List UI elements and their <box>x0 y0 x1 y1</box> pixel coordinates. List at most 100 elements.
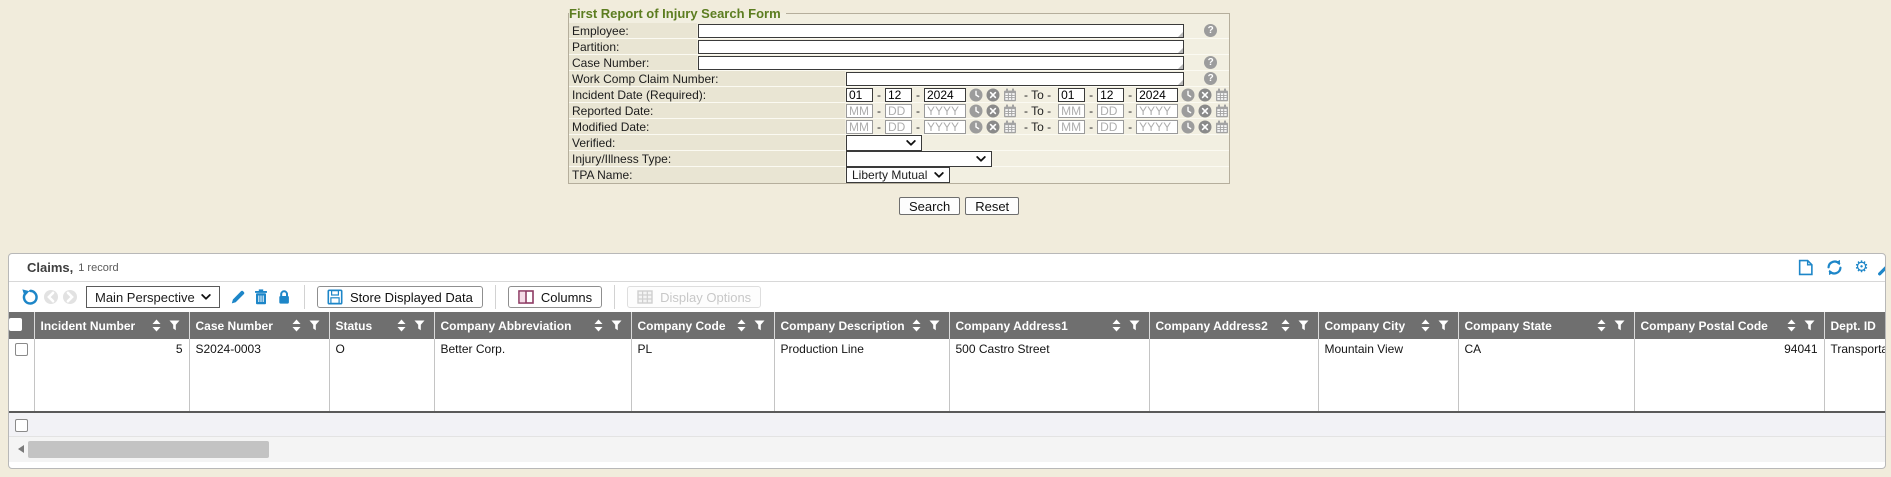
select-all-checkbox[interactable] <box>9 318 22 331</box>
incident-from-year-input[interactable] <box>924 88 966 102</box>
filter-icon[interactable] <box>414 320 425 331</box>
cell-company-address2 <box>1149 339 1318 411</box>
horizontal-scrollbar[interactable] <box>9 437 1885 462</box>
filter-icon[interactable] <box>611 320 622 331</box>
sort-icon[interactable] <box>1597 319 1606 332</box>
case-number-input[interactable] <box>698 56 1184 70</box>
incident-to-year-input[interactable] <box>1136 88 1178 102</box>
store-displayed-data-button[interactable]: Store Displayed Data <box>317 286 483 308</box>
gear-icon[interactable]: ⚙ <box>1853 259 1870 276</box>
clear-date-icon[interactable] <box>986 104 1000 118</box>
filter-icon[interactable] <box>929 320 940 331</box>
reported-from-day-input[interactable] <box>885 104 912 118</box>
filter-icon[interactable] <box>169 320 180 331</box>
claims-toolbar: Main Perspective Store Displayed Data Co… <box>9 281 1885 312</box>
reported-from-month-input[interactable] <box>846 104 873 118</box>
sort-icon[interactable] <box>594 319 603 332</box>
sort-icon[interactable] <box>1112 319 1121 332</box>
incident-from-month-input[interactable] <box>846 88 873 102</box>
scrollbar-thumb[interactable] <box>28 441 269 458</box>
calendar-icon[interactable] <box>1215 104 1229 118</box>
incident-from-day-input[interactable] <box>885 88 912 102</box>
search-button[interactable]: Search <box>899 197 960 215</box>
reported-to-year-input[interactable] <box>1136 104 1178 118</box>
modified-to-month-input[interactable] <box>1058 120 1085 134</box>
clock-icon[interactable] <box>969 104 983 118</box>
filter-icon[interactable] <box>309 320 320 331</box>
incident-to-day-input[interactable] <box>1097 88 1124 102</box>
previous-perspective-icon[interactable] <box>44 290 58 304</box>
table-row[interactable]: 5 S2024-0003 O Better Corp. PL Productio… <box>9 339 1886 411</box>
sort-icon[interactable] <box>912 319 921 332</box>
cell-company-abbreviation: Better Corp. <box>434 339 631 411</box>
clear-date-icon[interactable] <box>1198 88 1212 102</box>
chevron-down-icon <box>906 140 916 146</box>
columns-icon <box>518 290 534 304</box>
reset-button[interactable]: Reset <box>965 197 1019 215</box>
new-document-icon[interactable] <box>1797 259 1814 276</box>
delete-perspective-icon[interactable] <box>253 289 269 305</box>
refresh-icon[interactable] <box>1826 259 1843 276</box>
modified-to-year-input[interactable] <box>1136 120 1178 134</box>
edit-perspective-icon[interactable] <box>230 289 246 305</box>
sort-icon[interactable] <box>292 319 301 332</box>
chevron-down-icon <box>976 156 986 162</box>
clock-icon[interactable] <box>1181 88 1195 102</box>
clear-date-icon[interactable] <box>1198 120 1212 134</box>
reported-from-year-input[interactable] <box>924 104 966 118</box>
calendar-icon[interactable] <box>1003 120 1017 134</box>
modified-from-day-input[interactable] <box>885 120 912 134</box>
help-icon[interactable]: ? <box>1204 24 1217 37</box>
sort-icon[interactable] <box>1421 319 1430 332</box>
clear-date-icon[interactable] <box>986 120 1000 134</box>
modified-from-year-input[interactable] <box>924 120 966 134</box>
modified-to-day-input[interactable] <box>1097 120 1124 134</box>
sort-icon[interactable] <box>397 319 406 332</box>
claims-title: Claims, <box>27 260 73 275</box>
clock-icon[interactable] <box>969 120 983 134</box>
clock-icon[interactable] <box>969 88 983 102</box>
clear-date-icon[interactable] <box>1198 104 1212 118</box>
modified-from-month-input[interactable] <box>846 120 873 134</box>
help-icon[interactable]: ? <box>1204 72 1217 85</box>
reported-to-month-input[interactable] <box>1058 104 1085 118</box>
sort-icon[interactable] <box>1787 319 1796 332</box>
filter-icon[interactable] <box>1804 320 1815 331</box>
reported-to-day-input[interactable] <box>1097 104 1124 118</box>
filter-icon[interactable] <box>1614 320 1625 331</box>
help-icon[interactable]: ? <box>1204 56 1217 69</box>
sort-icon[interactable] <box>737 319 746 332</box>
filter-icon[interactable] <box>1129 320 1140 331</box>
new-row-checkbox[interactable] <box>15 419 28 432</box>
next-perspective-icon[interactable] <box>63 290 77 304</box>
verified-select[interactable] <box>846 135 922 151</box>
clock-icon[interactable] <box>1181 120 1195 134</box>
work-comp-input[interactable] <box>846 72 1184 86</box>
tpa-select[interactable]: Liberty Mutual <box>846 167 950 183</box>
incident-to-month-input[interactable] <box>1058 88 1085 102</box>
clear-date-icon[interactable] <box>986 88 1000 102</box>
calendar-icon[interactable] <box>1215 120 1229 134</box>
lock-icon[interactable] <box>276 289 292 305</box>
calendar-icon[interactable] <box>1003 88 1017 102</box>
perspective-select[interactable]: Main Perspective <box>86 286 220 308</box>
filter-icon[interactable] <box>754 320 765 331</box>
filter-icon[interactable] <box>1438 320 1449 331</box>
employee-input[interactable] <box>698 24 1184 38</box>
calendar-icon[interactable] <box>1003 104 1017 118</box>
sort-icon[interactable] <box>152 319 161 332</box>
sort-icon[interactable] <box>1281 319 1290 332</box>
case-number-label: Case Number: <box>569 55 697 70</box>
filter-icon[interactable] <box>1298 320 1309 331</box>
scroll-left-arrow-icon[interactable] <box>18 445 24 453</box>
chevron-down-icon <box>201 294 211 300</box>
wrench-icon[interactable] <box>1877 259 1886 276</box>
clock-icon[interactable] <box>1181 104 1195 118</box>
row-checkbox[interactable] <box>15 343 28 356</box>
partition-input[interactable] <box>698 40 1184 54</box>
reported-date-row: Reported Date: -- - To - -- <box>569 103 1229 119</box>
injury-type-select[interactable] <box>846 151 992 167</box>
undo-icon[interactable] <box>21 288 39 306</box>
columns-button[interactable]: Columns <box>508 286 602 308</box>
calendar-icon[interactable] <box>1215 88 1229 102</box>
